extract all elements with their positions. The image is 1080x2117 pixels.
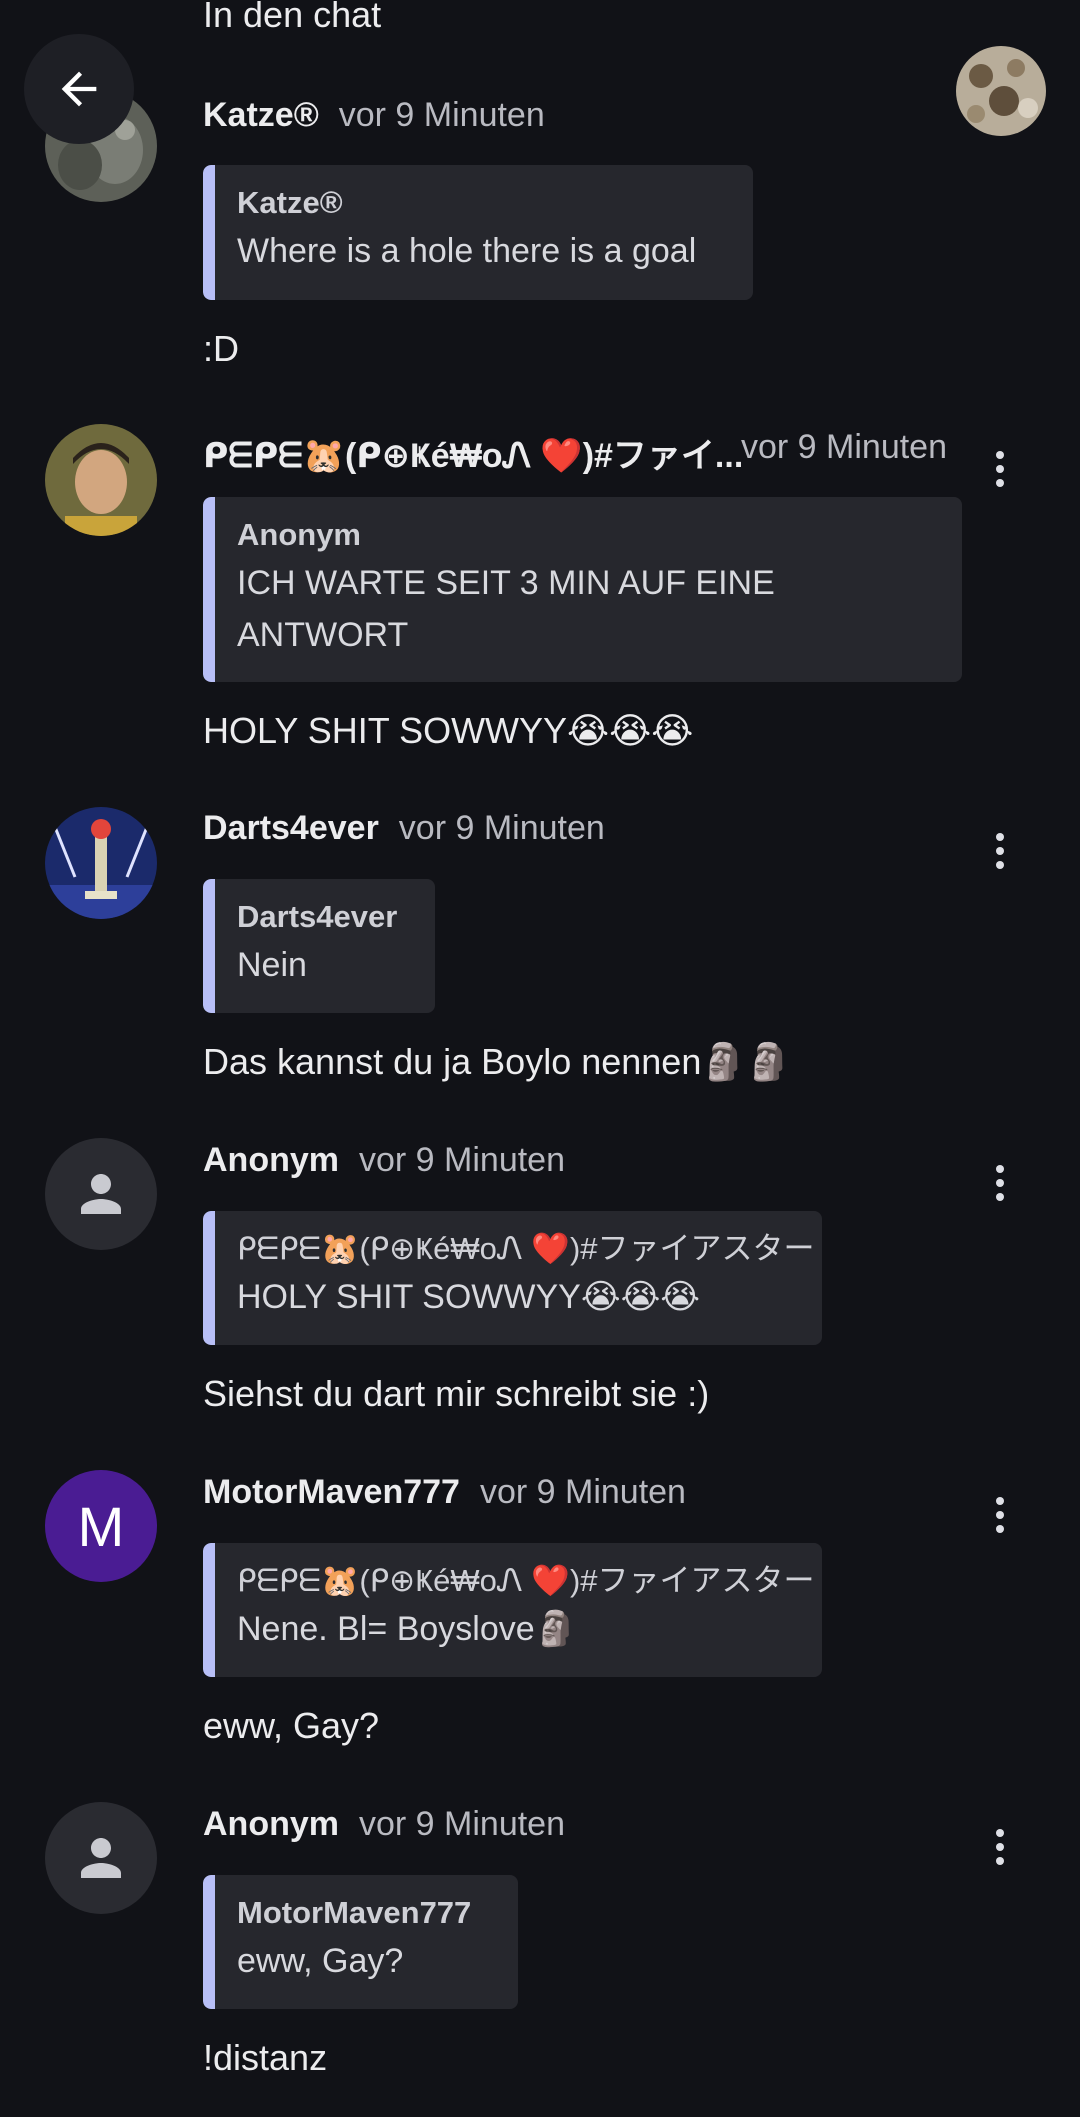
quoted-reply[interactable]: ᑭᗴᑭᗴ🐹(ᑭ⊕Ҝé₩oᏁ ❤️)#ファイアスター Nene. Bl= Boys… xyxy=(203,1543,822,1677)
previous-message-text: In den chat xyxy=(203,0,382,35)
quoted-reply[interactable]: Anonym ICH WARTE SEIT 3 MIN AUF EINE ANT… xyxy=(203,497,962,682)
message-text: eww, Gay? xyxy=(203,1705,380,1746)
quoted-text: Nene. Bl= Boyslove🗿 xyxy=(237,1610,577,1648)
avatar[interactable] xyxy=(45,424,157,536)
timestamp: vor 9 Minuten xyxy=(398,809,605,847)
more-options-icon[interactable] xyxy=(985,1158,1015,1208)
avatar-letter: M xyxy=(77,1494,125,1558)
avatar[interactable] xyxy=(45,807,157,919)
quoted-reply[interactable]: ᑭᗴᑭᗴ🐹(ᑭ⊕Ҝé₩oᏁ ❤️)#ファイアスター HOLY SHIT SOWW… xyxy=(203,1211,822,1345)
quoted-author: Darts4ever xyxy=(237,899,398,934)
more-options-icon[interactable] xyxy=(985,826,1015,876)
timestamp: vor 9 Minuten xyxy=(359,1141,565,1179)
quoted-text: Nein xyxy=(237,946,307,984)
avatar[interactable] xyxy=(45,1138,157,1250)
message-text: Siehst du dart mir schreibt sie :) xyxy=(203,1373,710,1414)
person-icon xyxy=(81,1174,121,1214)
quoted-reply[interactable]: Katze® Where is a hole there is a goal xyxy=(203,165,753,300)
arrow-left-icon xyxy=(61,71,97,107)
more-options-icon[interactable] xyxy=(985,1490,1015,1540)
quoted-author: Anonym xyxy=(237,517,361,552)
message-text: :D xyxy=(203,328,239,369)
message-text: HOLY SHIT SOWWYY😭😭😭 xyxy=(203,710,694,751)
quoted-author: ᑭᗴᑭᗴ🐹(ᑭ⊕Ҝé₩oᏁ ❤️)#ファイアスター xyxy=(237,1563,815,1598)
avatar[interactable]: M xyxy=(45,1470,157,1582)
quoted-text: HOLY SHIT SOWWYY😭😭😭 xyxy=(237,1278,701,1316)
message-text: Das kannst du ja Boylo nennen🗿🗿 xyxy=(203,1041,791,1082)
current-user-avatar[interactable] xyxy=(956,46,1046,136)
message-text: !distanz xyxy=(203,2037,328,2078)
author-name[interactable]: Anonym xyxy=(203,1141,339,1179)
author-name[interactable]: ᑭᗴᑭᗴ🐹(ᑭ⊕Ҝé₩oᏁ ❤️)#ファイ... xyxy=(203,437,743,475)
quoted-text: Where is a hole there is a goal xyxy=(237,232,697,270)
quoted-author: Katze® xyxy=(237,185,343,220)
quoted-reply[interactable]: MotorMaven777 eww, Gay? xyxy=(203,1875,518,2009)
quoted-author: ᑭᗴᑭᗴ🐹(ᑭ⊕Ҝé₩oᏁ ❤️)#ファイアスター xyxy=(237,1231,815,1266)
author-name[interactable]: Darts4ever xyxy=(203,809,379,847)
back-button[interactable] xyxy=(24,34,134,144)
quoted-text: ICH WARTE SEIT 3 MIN AUF EINE ANTWORT xyxy=(237,564,775,654)
quoted-author: MotorMaven777 xyxy=(237,1895,472,1930)
more-options-icon[interactable] xyxy=(985,444,1015,494)
author-name[interactable]: Anonym xyxy=(203,1805,339,1843)
person-icon xyxy=(81,1838,121,1878)
timestamp: vor 9 Minuten xyxy=(479,1473,686,1511)
quoted-reply[interactable]: Darts4ever Nein xyxy=(203,879,435,1013)
author-name[interactable]: Katze® xyxy=(203,96,319,134)
avatar[interactable] xyxy=(45,1802,157,1914)
timestamp: vor 9 Minuten xyxy=(359,1805,565,1843)
author-name[interactable]: MotorMaven777 xyxy=(203,1473,460,1511)
more-options-icon[interactable] xyxy=(985,1822,1015,1872)
timestamp: vor 9 Minuten xyxy=(741,428,947,466)
timestamp: vor 9 Minuten xyxy=(338,96,545,134)
quoted-text: eww, Gay? xyxy=(237,1942,404,1980)
